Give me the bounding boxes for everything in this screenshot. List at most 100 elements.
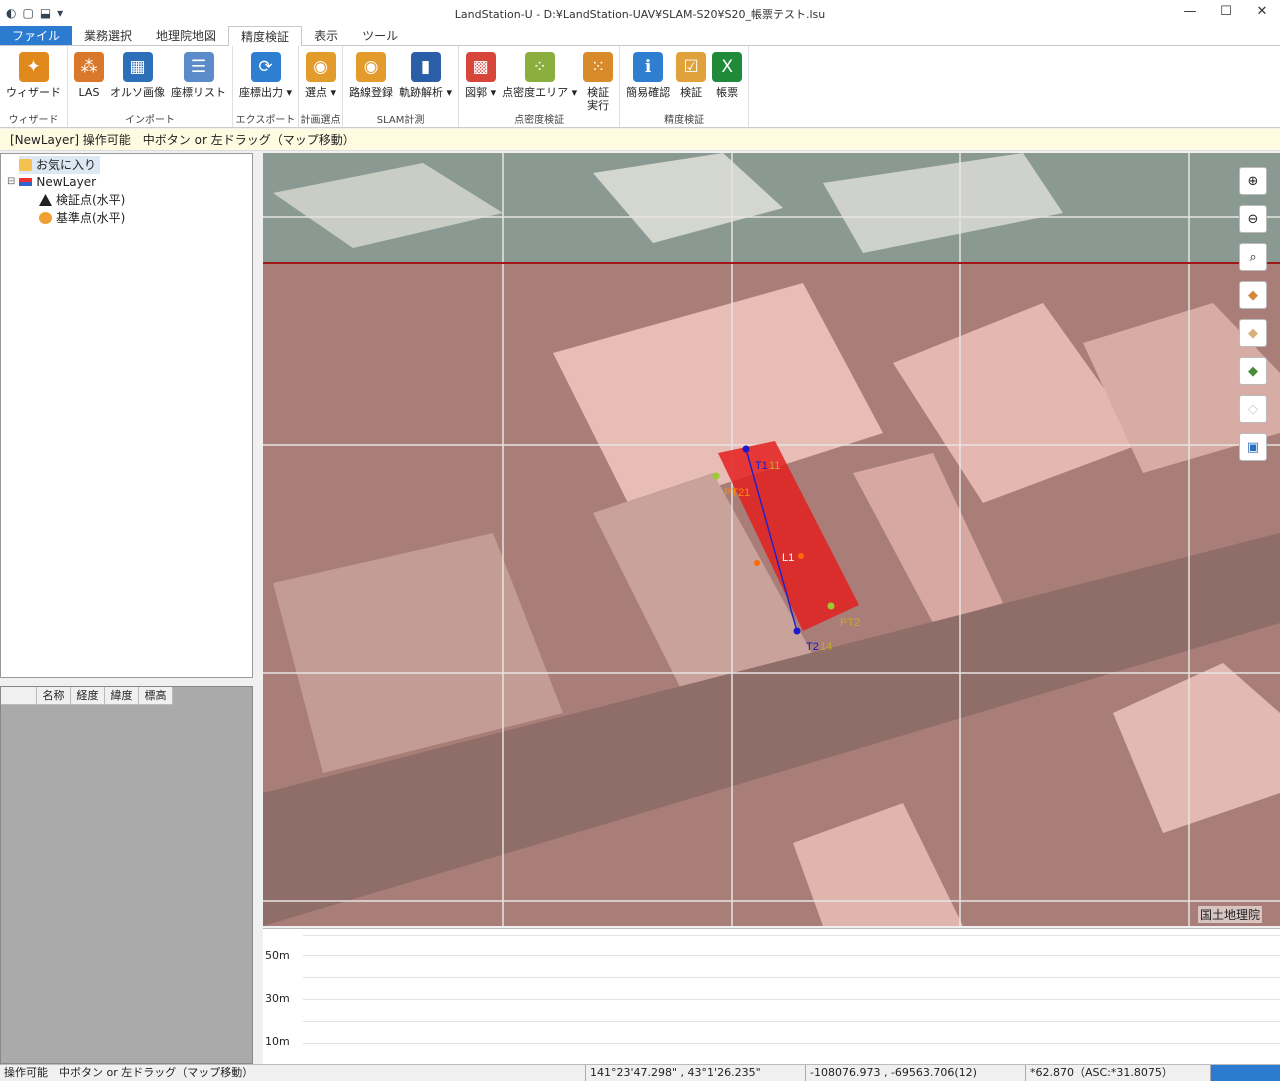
ribbon-button-label: 座標出力 ▾ <box>239 86 293 99</box>
ribbon-button-icon: ⁘ <box>524 52 555 82</box>
tree-favorites-label: お気に入り <box>36 158 97 172</box>
ribbon-group: ⁂ LAS ▦ オルソ画像 ☰ 座標リスト インポート <box>68 46 233 127</box>
label-l1: L1 <box>782 552 794 564</box>
point-pt2[interactable] <box>827 602 835 610</box>
profile-tick-10m: 10m <box>265 1035 290 1048</box>
ribbon-button-icon: ✦ <box>18 52 49 82</box>
quick-access-icon[interactable]: ◐ <box>6 6 16 20</box>
ribbon-button-label: 選点 ▾ <box>305 86 337 99</box>
map-canvas[interactable]: T1 11 PT21 L1 T2 14 PT2 <box>263 153 1280 926</box>
folder-icon <box>19 159 32 171</box>
collapse-icon[interactable]: ⊟ <box>7 173 15 191</box>
column-header-longitude[interactable]: 経度 <box>71 687 105 705</box>
panel-splitter[interactable] <box>0 678 253 686</box>
ribbon-group: ℹ 簡易確認 ☑ 検証 X 帳票 精度検証 <box>620 46 750 127</box>
ribbon-button-label: 簡易確認 <box>626 86 671 99</box>
map-attribution: 国土地理院 <box>1197 906 1262 923</box>
layer-c-icon[interactable]: ◆ <box>1239 357 1267 385</box>
tree-layer-newlayer[interactable]: ⊟ NewLayer <box>7 173 96 191</box>
point-list-table: 名称 経度 緯度 標高 <box>0 686 253 1064</box>
reference-point-icon <box>39 212 52 224</box>
status-xy: -108076.973 , -69563.706(12) <box>805 1065 1025 1081</box>
tab-accuracy-verification[interactable]: 精度検証 <box>228 26 303 47</box>
point-orange[interactable] <box>798 553 804 559</box>
profile-gridline <box>303 999 1280 1000</box>
tree-item-label: 基準点(水平) <box>56 211 126 225</box>
map-side-gap <box>253 153 263 1064</box>
tree-favorites[interactable]: お気に入り <box>19 156 101 174</box>
ribbon-group-label: SLAM計測 <box>376 115 425 126</box>
point-orange[interactable] <box>754 560 760 566</box>
ribbon-group-label: 点密度検証 <box>514 115 565 126</box>
status-latlon: 141°23'47.298" , 43°1'26.235" <box>585 1065 805 1081</box>
zoom-in-icon[interactable]: ⊕ <box>1239 167 1267 195</box>
ribbon-button-label: 軌跡解析 ▾ <box>399 86 453 99</box>
point-pt21[interactable] <box>712 472 720 480</box>
ribbon-button-label: 検証 <box>680 86 703 99</box>
maximize-button[interactable]: ☐ <box>1208 0 1244 26</box>
minimize-button[interactable]: — <box>1172 0 1208 26</box>
tree-layer-label: NewLayer <box>36 175 97 189</box>
layer-icon <box>19 178 33 186</box>
tree-item-verification-points[interactable]: 検証点(水平) <box>39 191 125 209</box>
ribbon-button-label: ウィザード <box>6 86 61 99</box>
column-header-blank <box>1 687 37 705</box>
tree-item-reference-points[interactable]: 基準点(水平) <box>39 209 125 227</box>
ribbon-button-icon: ⁂ <box>74 52 104 82</box>
ribbon-button-label: LAS <box>78 86 100 99</box>
profile-tick-30m: 30m <box>265 992 290 1005</box>
ribbon-tabs: ファイル 業務選択 地理院地図 精度検証 表示 ツール <box>0 26 1280 47</box>
ribbon-group: ◉ 選点 ▾ 計画選点 <box>299 46 344 127</box>
ribbon-group-label: 精度検証 <box>664 115 705 126</box>
column-header-latitude[interactable]: 緯度 <box>105 687 139 705</box>
window-title: LandStation-U - D:¥LandStation-UAV¥SLAM-… <box>454 8 826 21</box>
ribbon-group: ✦ ウィザード ウィザード <box>0 46 68 127</box>
ribbon-button-icon: ☑ <box>676 52 707 82</box>
quick-access-icon[interactable]: ⬓ <box>40 6 51 20</box>
ribbon-button-label: 点密度エリア ▾ <box>502 86 578 99</box>
operation-info-bar: [NewLayer] 操作可能 中ボタン or 左ドラッグ（マップ移動） <box>0 129 1280 151</box>
label-pt21: PT21 <box>724 487 750 499</box>
ribbon-button-icon: ◉ <box>305 52 336 82</box>
zoom-out-icon[interactable]: ⊖ <box>1239 205 1267 233</box>
profile-gridline <box>303 955 1280 956</box>
status-height: *62.870（ASC:*31.8075） <box>1025 1065 1210 1081</box>
point-t2[interactable] <box>793 627 801 635</box>
tab-gsi-map[interactable]: 地理院地図 <box>144 26 228 45</box>
table-header: 名称 経度 緯度 標高 <box>1 687 252 705</box>
profile-chart-panel: 50m 30m 10m <box>263 928 1280 1064</box>
tab-business-select[interactable]: 業務選択 <box>72 26 144 45</box>
layer-d-icon[interactable]: ◇ <box>1239 395 1267 423</box>
status-progress <box>1210 1065 1280 1081</box>
status-bar: 操作可能 中ボタン or 左ドラッグ（マップ移動） 141°23'47.298"… <box>0 1064 1280 1081</box>
layer-b-icon[interactable]: ◆ <box>1239 319 1267 347</box>
tab-file[interactable]: ファイル <box>0 26 73 45</box>
ribbon-group: ⟳ 座標出力 ▾ エクスポート <box>233 46 300 127</box>
ribbon-button-icon: ⟳ <box>250 52 281 82</box>
quick-access-icon[interactable]: ▾ <box>57 6 63 20</box>
map-view[interactable]: T1 11 PT21 L1 T2 14 PT2 ⊕ ⊖ ⌕ ◆ ◆ ◆ ◇ ▣ … <box>263 153 1280 926</box>
ribbon-button-label: 路線登録 <box>349 86 394 99</box>
profile-gridline <box>303 977 1280 978</box>
quick-access-icon[interactable]: ▢ <box>22 6 33 20</box>
title-bar: ◐ ▢ ⬓ ▾ LandStation-U - D:¥LandStation-UAV¥… <box>0 0 1280 26</box>
close-button[interactable]: ✕ <box>1244 0 1280 26</box>
tab-view[interactable]: 表示 <box>302 26 350 45</box>
ribbon-button-icon: ☰ <box>183 52 214 82</box>
layer-a-icon[interactable]: ◆ <box>1239 281 1267 309</box>
column-header-name[interactable]: 名称 <box>37 687 71 705</box>
column-header-elevation[interactable]: 標高 <box>139 687 173 705</box>
zoom-fit-icon[interactable]: ⌕ <box>1239 243 1267 271</box>
tab-tools[interactable]: ツール <box>350 26 410 45</box>
ribbon-button-label: 図郭 ▾ <box>465 86 497 99</box>
ribbon-button-label: 帳票 <box>716 86 739 99</box>
profile-gridline <box>303 1021 1280 1022</box>
profile-gridline <box>303 935 1280 936</box>
label-t2-number: 14 <box>820 641 832 653</box>
point-t1[interactable] <box>742 445 750 453</box>
profile-tick-50m: 50m <box>265 949 290 962</box>
ribbon-button-icon: ▦ <box>122 52 153 82</box>
label-t1-number: 11 <box>769 460 780 472</box>
camera-icon[interactable]: ▣ <box>1239 433 1267 461</box>
status-mode: 操作可能 中ボタン or 左ドラッグ（マップ移動） <box>4 1066 254 1079</box>
